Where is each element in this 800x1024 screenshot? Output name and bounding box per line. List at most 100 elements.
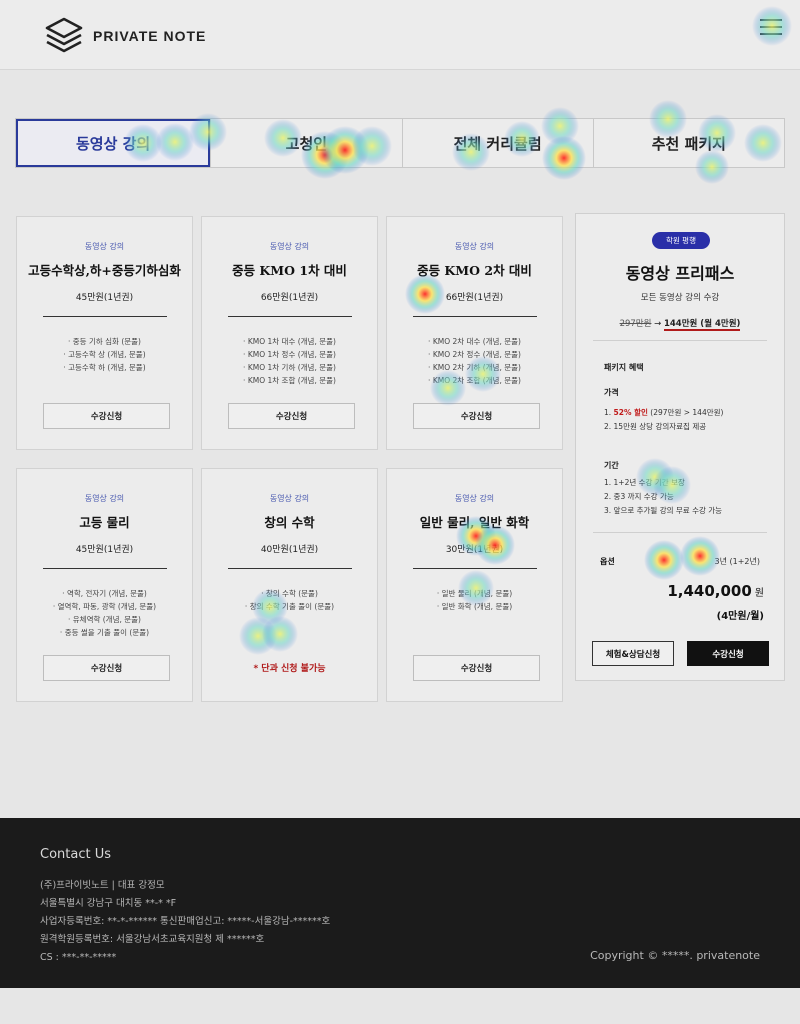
course-topics: · KMO 1차 대수 (개념, 문풀) · KMO 1차 정수 (개념, 문풀…	[202, 335, 377, 387]
course-title: 중등 KMO 2차 대비	[417, 263, 532, 278]
course-topics: · 역학, 전자기 (개념, 문풀) · 열역학, 파동, 광학 (개념, 문풀…	[17, 587, 192, 639]
divider	[412, 316, 537, 317]
course-title: 창의 수학	[264, 515, 315, 530]
enroll-button[interactable]: 수강신청	[413, 403, 540, 429]
hamburger-menu-icon[interactable]	[758, 14, 784, 40]
logo-icon	[45, 17, 83, 53]
business-registration: 사업자등록번호: **-*-****** 통신판매업신고: *****-서울강남…	[40, 916, 331, 927]
course-price: 30만원(1년권)	[445, 545, 504, 555]
course-card: 동영상 강의 고등수학상,하+중등기하심화 45만원(1년권) · 중등 기하 …	[16, 216, 193, 450]
copyright: Copyright © *****. privatenote	[590, 949, 760, 962]
tab-recommended-package[interactable]: 추천 패키지	[592, 119, 784, 167]
package-subtitle: 모든 동영상 강의 수강	[640, 293, 720, 303]
course-card: 동영상 강의 일반 물리, 일반 화학 30만원(1년권) · 일반 물리 (개…	[386, 468, 563, 702]
course-topics: · 창의 수학 (문풀) · 창의 수학 기출 풀이 (문풀)	[202, 587, 377, 613]
cs-contact: CS : ***-**-*****	[40, 952, 117, 963]
period-benefit-2: 2. 중3 까지 수강 가능	[604, 492, 674, 501]
enroll-button[interactable]: 수강신청	[413, 655, 540, 681]
tab-video-lectures[interactable]: 동영상 강의	[16, 119, 211, 167]
monthly-price: (4만원/월)	[716, 611, 764, 622]
course-title: 일반 물리, 일반 화학	[419, 515, 530, 530]
course-card: 동영상 강의 창의 수학 40만원(1년권) · 창의 수학 (문풀) · 창의…	[201, 468, 378, 702]
benefits-label: 패키지 혜택	[604, 363, 644, 372]
topic-item: · KMO 2차 정수 (개념, 문풀)	[428, 350, 521, 359]
course-category: 동영상 강의	[84, 242, 125, 251]
freepass-card: 학원 평행 동영상 프리패스 모든 동영상 강의 수강 297만원 → 144만…	[575, 213, 785, 681]
company-name: (주)프라이빗노트 | 대표 강정모	[40, 880, 165, 891]
topic-item: · KMO 1차 기하 (개념, 문풀)	[243, 363, 336, 372]
divider	[593, 340, 767, 341]
package-enroll-button[interactable]: 수강신청	[687, 641, 769, 666]
not-available-notice: * 단과 신청 불가능	[253, 664, 326, 674]
course-topics: · KMO 2차 대수 (개념, 문풀) · KMO 2차 정수 (개념, 문풀…	[387, 335, 562, 387]
topic-item: · 창의 수학 기출 풀이 (문풀)	[244, 602, 335, 611]
divider	[412, 568, 537, 569]
topic-item: · 창의 수학 (문풀)	[261, 589, 318, 598]
divider	[42, 568, 167, 569]
package-title: 동영상 프리패스	[625, 264, 735, 283]
tab-2[interactable]: 고청인	[210, 119, 401, 167]
course-tabs: 동영상 강의 고청인 전체 커리큘럼 추천 패키지	[15, 118, 785, 168]
enroll-button[interactable]: 수강신청	[43, 403, 170, 429]
tab-full-curriculum[interactable]: 전체 커리큘럼	[401, 119, 593, 167]
topic-item: · 일반 화학 (개념, 문풀)	[436, 602, 513, 611]
course-price: 66만원(1년권)	[260, 293, 319, 303]
course-title: 고등수학상,하+중등기하심화	[28, 263, 181, 278]
divider	[42, 316, 167, 317]
period-benefit-1: 1. 1+2년 수강 기간 보장	[604, 478, 685, 487]
divider	[227, 316, 352, 317]
option-select[interactable]: 3년 (1+2년)	[715, 556, 760, 567]
course-title: 고등 물리	[79, 515, 130, 530]
course-price: 40만원(1년권)	[260, 545, 319, 555]
enroll-button[interactable]: 수강신청	[228, 403, 355, 429]
total-price: 1,440,000 원	[667, 582, 764, 600]
page-bottom	[0, 988, 800, 1024]
currency-unit: 원	[754, 588, 764, 599]
option-label: 옵션	[600, 557, 615, 566]
course-price: 45만원(1년권)	[75, 545, 134, 555]
topic-item: · 역학, 전자기 (개념, 문풀)	[62, 589, 147, 598]
course-category: 동영상 강의	[454, 494, 495, 503]
divider	[593, 532, 767, 533]
divider	[227, 568, 352, 569]
total-amount: 1,440,000	[667, 582, 752, 600]
topic-item: · KMO 2차 기하 (개념, 문풀)	[428, 363, 521, 372]
company-address: 서울특별시 강남구 대치동 **-* *F	[40, 898, 177, 909]
package-badge: 학원 평행	[652, 232, 710, 249]
course-category: 동영상 강의	[454, 242, 495, 251]
prefix: 1.	[604, 408, 614, 417]
price-benefit-2: 2. 15만원 상당 강의자료집 제공	[604, 422, 707, 431]
discount-text: 52% 할인	[613, 408, 648, 417]
site-footer: Contact Us (주)프라이빗노트 | 대표 강정모 서울특별시 강남구 …	[0, 818, 800, 988]
course-price: 45만원(1년권)	[75, 293, 134, 303]
topic-item: · 일반 물리 (개념, 문풀)	[436, 589, 513, 598]
trial-consult-button[interactable]: 체험&상담신청	[592, 641, 674, 666]
course-title: 중등 KMO 1차 대비	[232, 263, 347, 278]
new-price: 144만원 (월 4만원)	[663, 319, 741, 331]
course-category: 동영상 강의	[84, 494, 125, 503]
academy-registration: 원격학원등록번호: 서울강남서초교육지원청 제 ******호	[40, 934, 265, 945]
topic-item: · 열역학, 파동, 광학 (개념, 문풀)	[52, 602, 157, 611]
topic-item: · KMO 2차 대수 (개념, 문풀)	[428, 337, 521, 346]
topic-item: · KMO 1차 정수 (개념, 문풀)	[243, 350, 336, 359]
topic-item: · KMO 1차 대수 (개념, 문풀)	[243, 337, 336, 346]
price-label: 가격	[604, 388, 619, 397]
topic-item: · KMO 2차 조합 (개념, 문풀)	[428, 376, 521, 385]
topic-item: · 중등 기하 심화 (문풀)	[68, 337, 141, 346]
enroll-button[interactable]: 수강신청	[43, 655, 170, 681]
site-header: PRIVATE NOTE	[0, 0, 800, 70]
course-topics: · 중등 기하 심화 (문풀) · 고등수학 상 (개념, 문풀) · 고등수학…	[17, 335, 192, 374]
logo[interactable]: PRIVATE NOTE	[44, 16, 206, 56]
course-card: 동영상 강의 고등 물리 45만원(1년권) · 역학, 전자기 (개념, 문풀…	[16, 468, 193, 702]
course-card: 동영상 강의 중등 KMO 2차 대비 66만원(1년권) · KMO 2차 대…	[386, 216, 563, 450]
price-benefit-1: 1. 52% 할인 (297만원 > 144만원)	[604, 407, 723, 418]
discount-detail: (297만원 > 144만원)	[647, 408, 724, 417]
old-price: 297만원	[619, 319, 652, 329]
course-category: 동영상 강의	[269, 242, 310, 251]
topic-item: · 고등수학 상 (개념, 문풀)	[63, 350, 146, 359]
company-info: (주)프라이빗노트 | 대표 강정모 서울특별시 강남구 대치동 **-* *F…	[40, 877, 330, 967]
logo-text: PRIVATE NOTE	[93, 28, 207, 44]
course-price: 66만원(1년권)	[445, 293, 504, 303]
topic-item: · 고등수학 하 (개념, 문풀)	[63, 363, 146, 372]
period-benefit-3: 3. 앞으로 추가될 강의 무료 수강 가능	[604, 506, 723, 515]
